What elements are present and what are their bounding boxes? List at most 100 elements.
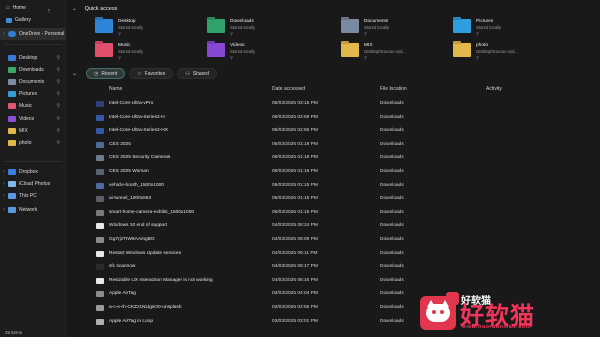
- quick-access-music[interactable]: Music Stored locally ⚲: [95, 43, 215, 63]
- column-activity[interactable]: Activity: [486, 86, 502, 92]
- chevron-right-icon[interactable]: ›: [0, 169, 8, 175]
- sidebar-item-desktop[interactable]: Desktop ⚲: [0, 52, 66, 64]
- pin-icon: ⚲: [364, 55, 368, 60]
- sidebar-item-pictures[interactable]: Pictures ⚲: [0, 88, 66, 100]
- watermark-url: www.haoruanmao.com: [462, 324, 532, 330]
- file-thumbnail-icon: [96, 223, 104, 230]
- cloud-icon: [8, 31, 16, 37]
- column-date-accessed[interactable]: Date accessed: [272, 86, 305, 92]
- file-thumbnail-icon: [96, 128, 104, 135]
- clock-icon: ◷: [94, 70, 99, 77]
- sidebar-item-videos[interactable]: Videos ⚲: [0, 113, 66, 125]
- file-row[interactable]: vehicle-booth_1500x1000 06/03/2025 01:15 …: [92, 180, 597, 194]
- up-arrow-icon[interactable]: ↑: [44, 7, 54, 17]
- sidebar-item-dropbox[interactable]: › Dropbox: [0, 166, 66, 178]
- column-name[interactable]: Name: [109, 86, 122, 92]
- file-name: sfc scannow: [109, 264, 136, 270]
- file-name: CES 2025: [109, 141, 131, 147]
- sidebar-item-music[interactable]: Music ⚲: [0, 100, 66, 112]
- folder-name: Pictures: [476, 19, 494, 24]
- pin-icon: ⚲: [56, 139, 60, 146]
- file-row[interactable]: CES 2025 Security Cameras 06/03/2025 01:1…: [92, 152, 597, 166]
- file-location: Downloads: [380, 209, 404, 215]
- file-location: Downloads: [380, 264, 404, 270]
- pin-icon: ⚲: [56, 79, 60, 86]
- quick-access-videos[interactable]: Videos Stored locally ⚲: [207, 43, 327, 63]
- gallery-label: Gallery: [15, 17, 31, 23]
- column-headers: Name Date accessed File location Activit…: [92, 86, 597, 94]
- file-row[interactable]: Intel-Core-Ultra-Series2-H 06/03/2025 02:…: [92, 112, 597, 126]
- quick-access-header[interactable]: ⌄ Quick access: [72, 6, 117, 12]
- folder-icon: [95, 43, 113, 57]
- pin-icon: ⚲: [56, 127, 60, 134]
- status-item-count: 28 items: [5, 330, 23, 335]
- home-label: Home: [12, 5, 26, 11]
- folder-icon: [341, 43, 359, 57]
- sidebar-item-this-pc[interactable]: › This PC: [0, 190, 66, 202]
- file-row[interactable]: Intel-Core-Ultra-vPro 06/03/2025 03:15 PM…: [92, 98, 597, 112]
- sidebar-item-documents[interactable]: Documents ⚲: [0, 76, 66, 88]
- chevron-down-icon[interactable]: ⌄: [72, 70, 82, 77]
- folder-name: Videos: [230, 43, 245, 48]
- sidebar-item-downloads[interactable]: Downloads ⚲: [0, 64, 66, 76]
- file-date: 03/03/2025 02:55 PM: [272, 304, 318, 310]
- folder-icon: [8, 79, 16, 86]
- chevron-right-icon[interactable]: ›: [0, 181, 8, 187]
- file-thumbnail-icon: [96, 277, 104, 284]
- file-row[interactable]: sfc scannow 04/03/2025 06:17 PM Downloads: [92, 261, 597, 275]
- quick-access-pictures[interactable]: Pictures Stored locally ⚲: [453, 19, 573, 39]
- file-location: Downloads: [380, 223, 404, 229]
- file-date: 03/03/2025 04:04 PM: [272, 291, 318, 297]
- folder-name: MIX: [364, 43, 373, 48]
- chevron-right-icon[interactable]: ›: [0, 193, 8, 199]
- sidebar-item-gallery[interactable]: Gallery: [6, 17, 31, 23]
- quick-access-photo[interactable]: photo Desktop\Gourav and... ⚲: [453, 43, 573, 63]
- file-thumbnail-icon: [96, 291, 104, 298]
- file-row[interactable]: Resizable UX Interaction Manager is not …: [92, 275, 597, 289]
- quick-access-desktop[interactable]: Desktop Stored locally ⚲: [95, 19, 215, 39]
- file-date: 06/03/2025 02:59 PM: [272, 114, 318, 120]
- file-row[interactable]: ai-tunnel_1000x563 06/03/2025 01:15 PM Dow…: [92, 193, 597, 207]
- file-row[interactable]: CES 2025 Woman 06/03/2025 01:16 PM Downloa…: [92, 166, 597, 180]
- file-name: CES 2025 Security Cameras: [109, 155, 171, 161]
- chevron-right-icon[interactable]: ›: [0, 207, 8, 213]
- file-location: Downloads: [380, 277, 404, 283]
- sidebar-item-network[interactable]: › Network: [0, 204, 66, 216]
- sidebar-item-home[interactable]: ⌂ Home: [6, 5, 26, 11]
- chevron-down-icon[interactable]: ⌄: [72, 6, 77, 12]
- chevron-right-icon[interactable]: ›: [0, 31, 8, 37]
- folder-name: photo: [476, 43, 489, 48]
- pin-icon: ⚲: [56, 115, 60, 122]
- tab-favorites[interactable]: ☆ Favorites: [129, 68, 174, 79]
- quick-access-downloads[interactable]: Downloads Stored locally ⚲: [207, 19, 327, 39]
- quick-access-mix[interactable]: MIX Desktop\Gourav and... ⚲: [341, 43, 461, 63]
- sidebar-item-photo[interactable]: photo ⚲: [0, 137, 66, 149]
- file-date: 04/03/2025 06:11 PM: [272, 250, 318, 256]
- sidebar-item-mix[interactable]: MIX ⚲: [0, 125, 66, 137]
- file-row[interactable]: Gg7rjzTIW8AAmgBG 04/03/2025 06:09 PM Downl…: [92, 234, 597, 248]
- main-content: ⌄ Quick access Desktop Stored locally ⚲ Dow…: [67, 0, 600, 337]
- filter-bar: ⌄ ◷ Recent ☆ Favorites ⚇ Shared: [72, 68, 217, 79]
- sidebar-item-icloud-photos[interactable]: › iCloud Photos: [0, 178, 66, 190]
- column-file-location[interactable]: File location: [380, 86, 407, 92]
- file-row[interactable]: Intel-Core-Ultra-Series2-HX 06/03/2025 02…: [92, 125, 597, 139]
- sidebar-item-label: Videos: [19, 115, 35, 122]
- sidebar-item-label: Downloads: [19, 67, 44, 74]
- tab-shared[interactable]: ⚇ Shared: [177, 68, 217, 79]
- folder-name: Documents: [364, 19, 389, 24]
- gallery-icon: [6, 17, 12, 23]
- file-row[interactable]: smart-home-camera-exhibit_1500x1000 06/03…: [92, 207, 597, 221]
- file-row[interactable]: CES 2025 06/03/2025 01:19 PM Downloads: [92, 139, 597, 153]
- folder-icon: [453, 19, 471, 33]
- file-location: Downloads: [380, 114, 404, 120]
- tab-recent[interactable]: ◷ Recent: [86, 68, 126, 79]
- location-icon: [8, 181, 16, 187]
- favorites-label: Favorites: [144, 70, 166, 77]
- sidebar-item-label: Documents: [19, 79, 45, 86]
- file-row[interactable]: Restart Windows Update services 04/03/202…: [92, 248, 597, 262]
- folder-icon: [207, 19, 225, 33]
- file-row[interactable]: Windows 10 end of support 04/03/2025 08:2…: [92, 220, 597, 234]
- quick-access-documents[interactable]: Documents Stored locally ⚲: [341, 19, 461, 39]
- sidebar-item-onedrive[interactable]: › OneDrive - Personal: [0, 28, 66, 40]
- pin-icon: ⚲: [230, 31, 234, 36]
